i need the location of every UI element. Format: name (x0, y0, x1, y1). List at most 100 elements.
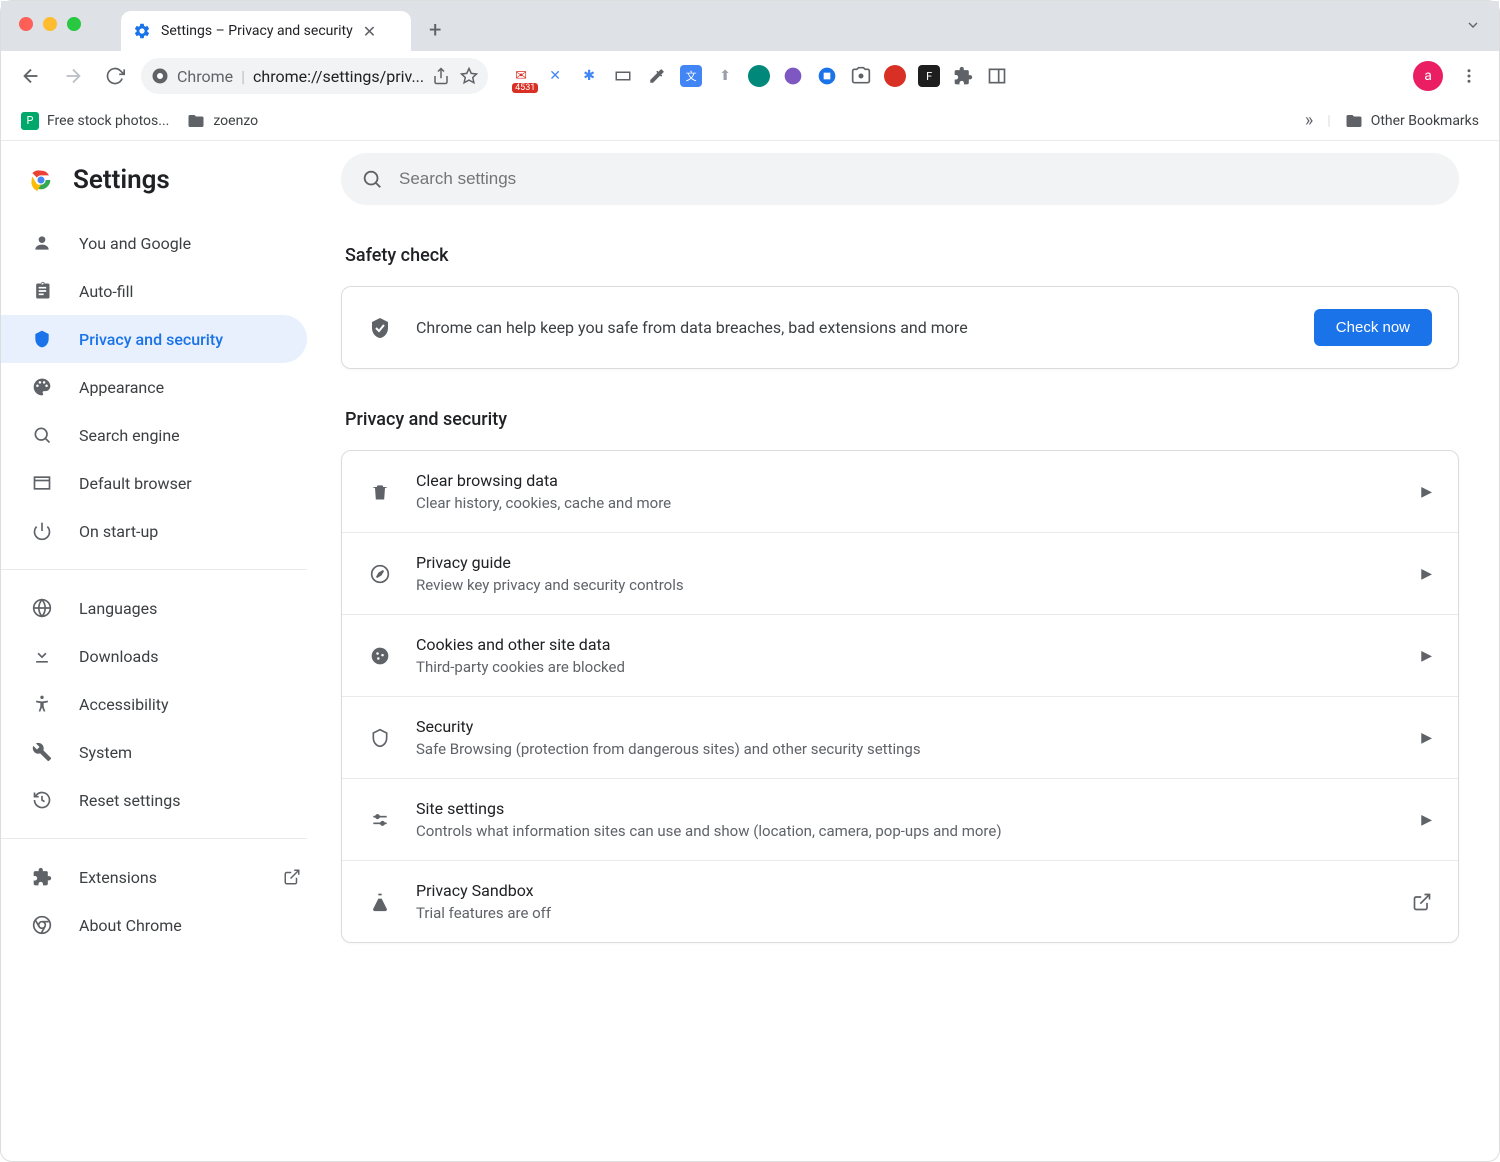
person-icon (31, 233, 53, 253)
bookmark-item-1[interactable]: P Free stock photos... (21, 112, 169, 130)
sidebar-item-label: Default browser (79, 474, 192, 493)
extension-icon-12[interactable] (884, 65, 906, 87)
puzzle-icon (31, 867, 53, 887)
sidebar-header: Settings (1, 151, 321, 219)
chevron-right-icon: ▶ (1421, 648, 1432, 664)
sidebar-item-label: On start-up (79, 522, 158, 541)
sidebar-item-downloads[interactable]: Downloads (1, 632, 307, 680)
sidebar-item-reset[interactable]: Reset settings (1, 776, 307, 824)
search-icon (361, 168, 383, 190)
minimize-window-button[interactable] (43, 17, 57, 31)
bookmarks-bar: P Free stock photos... zoenzo » | Other … (1, 101, 1499, 141)
window-controls (19, 17, 81, 31)
row-subtitle: Clear history, cookies, cache and more (416, 494, 1397, 512)
sidebar-item-label: Search engine (79, 426, 180, 445)
external-link-icon (283, 868, 301, 886)
sidebar-item-on-startup[interactable]: On start-up (1, 507, 307, 555)
extension-icon-4[interactable] (612, 65, 634, 87)
row-title: Cookies and other site data (416, 635, 1397, 654)
favicon-icon: P (21, 112, 39, 130)
extension-translate-icon[interactable]: 文 (680, 65, 702, 87)
row-subtitle: Third-party cookies are blocked (416, 658, 1397, 676)
row-subtitle: Safe Browsing (protection from dangerous… (416, 740, 1397, 758)
extension-icon-7[interactable]: ⬆ (714, 65, 736, 87)
forward-button[interactable] (57, 60, 89, 92)
row-title: Site settings (416, 799, 1397, 818)
extension-camera-icon[interactable] (850, 65, 872, 87)
extension-figma-icon[interactable]: F (918, 65, 940, 87)
bookmark-item-2[interactable]: zoenzo (187, 112, 258, 130)
settings-sidebar: Settings You and Google Auto-fill Privac… (1, 141, 321, 1161)
row-subtitle: Review key privacy and security controls (416, 576, 1397, 594)
extension-icon-3[interactable]: ✱ (578, 65, 600, 87)
chrome-outline-icon (31, 915, 53, 935)
extension-gmail-icon[interactable]: ✉4531 (510, 65, 532, 87)
settings-search[interactable] (341, 153, 1459, 205)
close-window-button[interactable] (19, 17, 33, 31)
extension-row: ✉4531 ✕ ✱ 文 ⬆ F (510, 65, 1008, 87)
sidebar-item-extensions[interactable]: Extensions (1, 853, 321, 901)
row-privacy-guide[interactable]: Privacy guideReview key privacy and secu… (342, 532, 1458, 614)
address-bar[interactable]: Chrome | chrome://settings/priv... (141, 58, 488, 94)
omnibox-url: chrome://settings/priv... (253, 67, 424, 86)
row-subtitle: Trial features are off (416, 904, 1388, 922)
search-input[interactable] (399, 169, 1439, 189)
shield-check-icon (368, 316, 392, 340)
profile-avatar[interactable]: a (1413, 61, 1443, 91)
bookmark-label: Free stock photos... (47, 113, 169, 129)
new-tab-button[interactable]: + (429, 18, 441, 43)
row-site-settings[interactable]: Site settingsControls what information s… (342, 778, 1458, 860)
sidebar-item-default-browser[interactable]: Default browser (1, 459, 307, 507)
sidebar-item-label: Languages (79, 599, 157, 618)
extension-icon-8[interactable] (748, 65, 770, 87)
bookmark-label: zoenzo (213, 113, 258, 129)
main-content: Safety check Chrome can help keep you sa… (321, 141, 1499, 1161)
gear-icon (133, 22, 151, 40)
extension-icon-9[interactable] (782, 65, 804, 87)
extensions-puzzle-icon[interactable] (952, 65, 974, 87)
sidebar-item-languages[interactable]: Languages (1, 584, 307, 632)
row-clear-browsing-data[interactable]: Clear browsing data Clear history, cookie… (342, 451, 1458, 532)
sidebar-item-label: Appearance (79, 378, 164, 397)
sidebar-item-privacy-security[interactable]: Privacy and security (1, 315, 307, 363)
omnibox-prefix: Chrome (177, 67, 233, 86)
maximize-window-button[interactable] (67, 17, 81, 31)
cookie-icon (368, 646, 392, 666)
section-heading-safety: Safety check (345, 245, 1459, 266)
reload-button[interactable] (99, 60, 131, 92)
row-security[interactable]: SecuritySafe Browsing (protection from d… (342, 696, 1458, 778)
tab-overflow-button[interactable] (1465, 17, 1481, 33)
chrome-icon (151, 67, 169, 85)
other-bookmarks[interactable]: Other Bookmarks (1345, 112, 1479, 130)
sidebar-item-you-and-google[interactable]: You and Google (1, 219, 307, 267)
row-title: Clear browsing data (416, 471, 1397, 490)
privacy-list-card: Clear browsing data Clear history, cookie… (341, 450, 1459, 943)
sidebar-item-label: Accessibility (79, 695, 169, 714)
history-icon (31, 790, 53, 810)
row-cookies[interactable]: Cookies and other site data Third-party c… (342, 614, 1458, 696)
sidebar-item-autofill[interactable]: Auto-fill (1, 267, 307, 315)
extension-eyedropper-icon[interactable] (646, 65, 668, 87)
tab-close-button[interactable]: ✕ (363, 22, 376, 41)
sidebar-item-accessibility[interactable]: Accessibility (1, 680, 307, 728)
row-title: Privacy Sandbox (416, 881, 1388, 900)
browser-tab[interactable]: Settings – Privacy and security ✕ (121, 11, 411, 51)
sidebar-item-system[interactable]: System (1, 728, 307, 776)
sidebar-item-search-engine[interactable]: Search engine (1, 411, 307, 459)
share-icon[interactable] (432, 67, 450, 85)
bookmarks-overflow[interactable]: » (1305, 110, 1313, 131)
sidepanel-icon[interactable] (986, 65, 1008, 87)
extension-icon-10[interactable] (816, 65, 838, 87)
bookmark-star-icon[interactable] (460, 67, 478, 85)
row-privacy-sandbox[interactable]: Privacy Sandbox Trial features are off (342, 860, 1458, 942)
page-title: Settings (73, 165, 170, 195)
sidebar-item-label: Extensions (79, 868, 157, 887)
check-now-button[interactable]: Check now (1314, 309, 1432, 346)
chrome-menu-button[interactable] (1453, 60, 1485, 92)
extension-icon-2[interactable]: ✕ (544, 65, 566, 87)
wrench-icon (31, 742, 53, 762)
sidebar-item-label: About Chrome (79, 916, 182, 935)
sidebar-item-appearance[interactable]: Appearance (1, 363, 307, 411)
sidebar-item-about[interactable]: About Chrome (1, 901, 307, 949)
back-button[interactable] (15, 60, 47, 92)
